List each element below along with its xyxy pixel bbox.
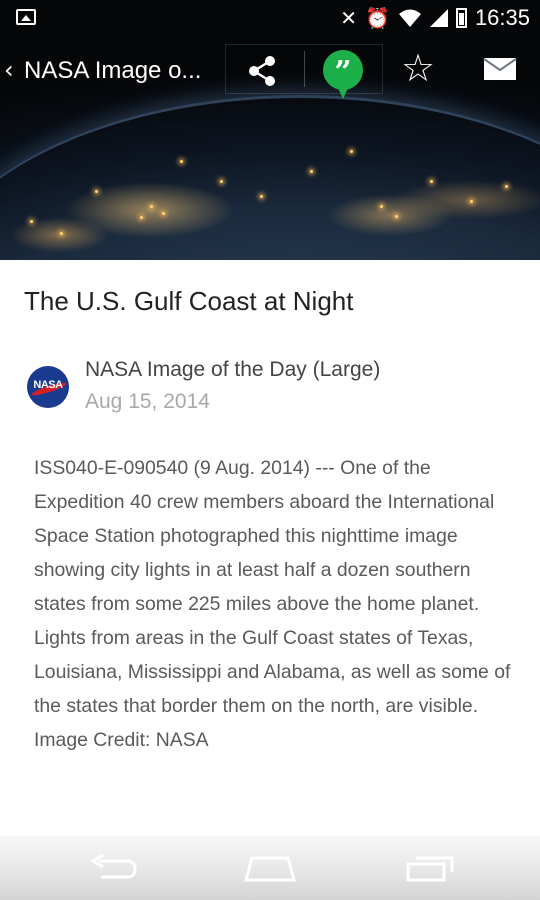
city-light	[470, 200, 473, 203]
share-action-group: ”	[225, 44, 383, 99]
home-icon[interactable]	[242, 854, 298, 882]
city-light	[60, 232, 63, 235]
navigation-bar	[0, 836, 540, 900]
status-bar: ✕ ⏰ 16:35	[0, 0, 540, 38]
article-screen: ✕ ⏰ 16:35 ‹ NASA Image o... ” ☆ The U.S.…	[0, 0, 540, 900]
city-light	[180, 160, 183, 163]
city-light	[350, 150, 353, 153]
city-light	[260, 195, 263, 198]
star-icon[interactable]: ☆	[401, 46, 435, 90]
city-light	[162, 212, 165, 215]
city-light	[140, 216, 143, 219]
nasa-logo: NASA	[27, 366, 69, 408]
earth-horizon	[0, 95, 540, 260]
hangouts-icon[interactable]: ”	[323, 50, 363, 99]
mute-icon: ✕	[340, 6, 358, 30]
clock-time: 16:35	[474, 5, 530, 30]
city-light	[310, 170, 313, 173]
action-bar-title[interactable]: NASA Image o...	[24, 57, 201, 85]
source-name[interactable]: NASA Image of the Day (Large)	[85, 358, 380, 382]
city-light	[380, 205, 383, 208]
city-light	[220, 180, 223, 183]
article-headline: The U.S. Gulf Coast at Night	[24, 286, 354, 316]
city-light	[395, 215, 398, 218]
signal-icon	[429, 9, 448, 27]
mail-icon[interactable]	[483, 57, 517, 81]
logo-text: NASA	[33, 379, 63, 391]
picture-icon	[16, 9, 36, 25]
city-light	[30, 220, 33, 223]
city-light	[150, 205, 153, 208]
battery-icon	[455, 8, 467, 28]
article-body: ISS040-E-090540 (9 Aug. 2014) --- One of…	[34, 457, 511, 751]
up-navigation-icon[interactable]: ‹	[4, 56, 14, 84]
back-icon[interactable]	[87, 854, 139, 884]
city-light	[505, 185, 508, 188]
city-light	[95, 190, 98, 193]
action-bar: ‹ NASA Image o... ” ☆	[0, 38, 540, 104]
recents-icon[interactable]	[404, 856, 456, 882]
city-light	[430, 180, 433, 183]
alarm-icon: ⏰	[365, 6, 390, 30]
wifi-icon	[398, 9, 421, 27]
share-divider	[304, 51, 305, 87]
share-icon[interactable]	[244, 53, 280, 89]
status-icons: ✕ ⏰ 16:35	[340, 5, 530, 31]
article-date: Aug 15, 2014	[85, 390, 210, 413]
